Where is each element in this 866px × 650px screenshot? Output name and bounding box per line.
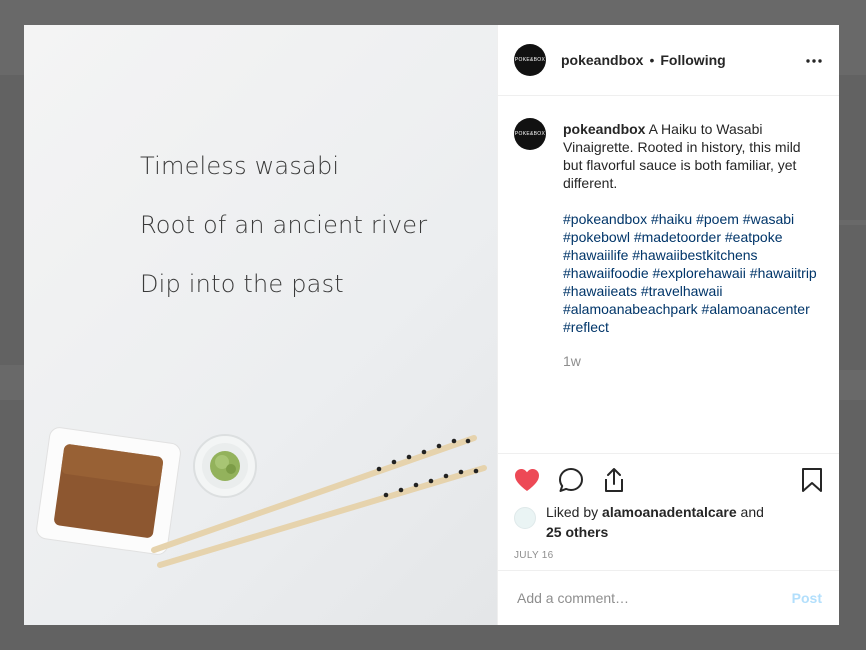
avatar[interactable]: POKE&BOX — [514, 118, 546, 150]
post-image[interactable]: Timeless wasabi Root of an ancient river… — [24, 25, 497, 625]
feed-tile — [839, 225, 866, 370]
post-header: POKE&BOX pokeandbox • Following — [498, 25, 839, 96]
separator-dot: • — [649, 52, 655, 68]
food-illustration — [36, 427, 487, 568]
likes-text: Liked by alamoanadentalcare and 25 other… — [546, 502, 764, 542]
heart-icon[interactable] — [514, 468, 540, 492]
following-button[interactable]: Following — [660, 52, 725, 68]
post-button[interactable]: Post — [792, 590, 822, 606]
post-date: JULY 16 — [514, 550, 554, 561]
likes-row: Liked by alamoanadentalcare and 25 other… — [498, 502, 839, 542]
comments-area: POKE&BOX pokeandbox A Haiku to Wasabi Vi… — [498, 96, 839, 453]
comment-icon[interactable] — [558, 467, 584, 493]
likes-others[interactable]: 25 others — [546, 524, 608, 540]
more-icon[interactable] — [805, 51, 823, 69]
bookmark-icon[interactable] — [801, 467, 823, 493]
caption: POKE&BOX pokeandbox A Haiku to Wasabi Vi… — [514, 118, 823, 370]
caption-username[interactable]: pokeandbox — [563, 121, 645, 137]
feed-tile — [0, 625, 866, 650]
feed-tile — [839, 75, 866, 220]
comment-input[interactable] — [515, 589, 792, 607]
feed-tile — [0, 75, 24, 365]
action-bar — [498, 453, 839, 505]
feed-tile — [839, 400, 866, 650]
likes-prefix: Liked by — [546, 504, 603, 520]
liker-avatar[interactable] — [514, 507, 536, 529]
liker-username[interactable]: alamoanadentalcare — [602, 504, 737, 520]
feed-tile — [0, 400, 24, 650]
share-icon[interactable] — [602, 467, 626, 493]
post-age[interactable]: 1w — [563, 352, 823, 370]
caption-text: pokeandbox A Haiku to Wasabi Vinaigrette… — [563, 120, 823, 370]
add-comment-bar: Post — [498, 570, 839, 625]
post-modal: Timeless wasabi Root of an ancient river… — [24, 25, 839, 625]
avatar[interactable]: POKE&BOX — [514, 44, 546, 76]
username-link[interactable]: pokeandbox — [561, 52, 643, 68]
hashtags[interactable]: #pokeandbox #haiku #poem #wasabi #pokebo… — [563, 210, 823, 336]
post-sidebar: POKE&BOX pokeandbox • Following POKE&BOX… — [497, 25, 839, 625]
likes-and: and — [736, 504, 764, 520]
